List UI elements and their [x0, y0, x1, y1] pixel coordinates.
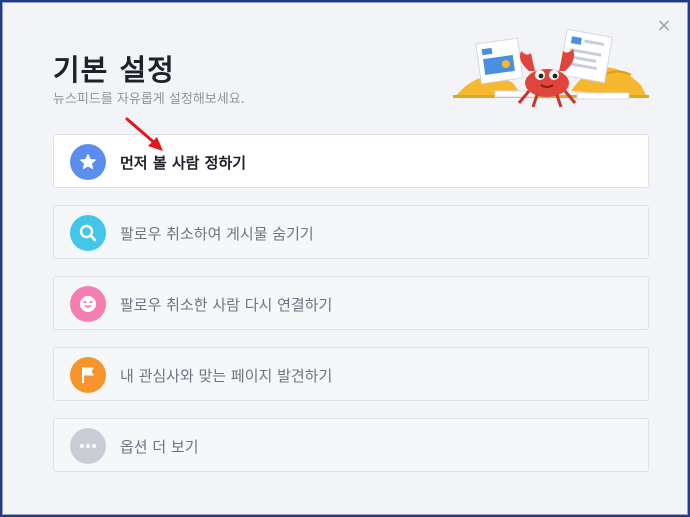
crab-illustration — [453, 28, 649, 108]
option-label: 팔로우 취소한 사람 다시 연결하기 — [120, 296, 333, 314]
option-label: 팔로우 취소하여 게시물 숨기기 — [120, 225, 314, 243]
red-arrow-annotation — [125, 117, 163, 151]
dialog-title: 기본 설정 — [53, 53, 175, 87]
more-dots-icon — [70, 428, 106, 464]
options-list: 먼저 볼 사람 정하기 팔로우 취소하여 게시물 숨기기 팔로우 취소한 사람 … — [53, 134, 649, 489]
preferences-dialog: × 기본 설정 뉴스피드를 자유롭게 설정해보세요. 먼저 볼 사람 정하기 팔… — [2, 2, 688, 515]
option-unfollow-to-hide-posts[interactable]: 팔로우 취소하여 게시물 숨기기 — [53, 205, 649, 259]
search-icon — [70, 215, 106, 251]
option-label: 옵션 더 보기 — [120, 438, 199, 456]
dialog-subtitle: 뉴스피드를 자유롭게 설정해보세요. — [53, 92, 245, 107]
option-reconnect-unfollowed[interactable]: 팔로우 취소한 사람 다시 연결하기 — [53, 276, 649, 330]
option-label: 내 관심사와 맞는 페이지 발견하기 — [120, 367, 333, 385]
option-see-more-options[interactable]: 옵션 더 보기 — [53, 418, 649, 472]
star-icon — [70, 144, 106, 180]
option-discover-pages[interactable]: 내 관심사와 맞는 페이지 발견하기 — [53, 347, 649, 401]
close-button[interactable]: × — [655, 17, 673, 35]
smiley-icon — [70, 286, 106, 322]
flag-icon — [70, 357, 106, 393]
